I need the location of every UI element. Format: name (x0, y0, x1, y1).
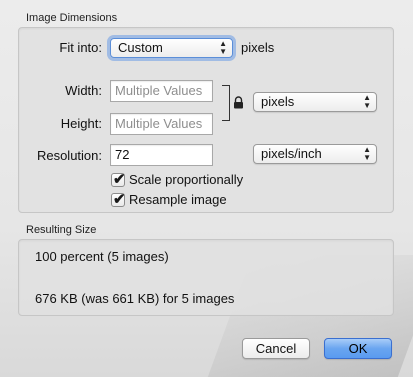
image-dimensions-title: Image Dimensions (26, 12, 118, 24)
ok-button[interactable]: OK (324, 338, 392, 359)
fit-into-popup[interactable]: Custom ▲ ▼ (110, 38, 233, 58)
resolution-units-popup[interactable]: pixels/inch ▲ ▼ (253, 144, 377, 164)
resample-image-checkbox[interactable]: ✔ (111, 190, 126, 208)
height-field[interactable]: Multiple Values (110, 113, 213, 135)
updown-chevron-icon: ▲ ▼ (363, 145, 371, 162)
resample-image-label: Resample image (129, 192, 227, 207)
updown-chevron-icon: ▲ ▼ (219, 39, 227, 56)
constraint-bracket (222, 85, 230, 121)
resolution-field[interactable]: 72 (110, 144, 213, 166)
size-units-value: pixels (261, 94, 295, 109)
lock-icon (234, 96, 243, 109)
fit-into-label: Fit into: (59, 40, 102, 55)
width-label: Width: (65, 83, 102, 98)
height-label: Height: (60, 116, 102, 131)
resulting-size-text: 676 KB (was 661 KB) for 5 images (35, 291, 235, 306)
resolution-label: Resolution: (36, 148, 102, 163)
width-field[interactable]: Multiple Values (110, 80, 213, 102)
checkmark-icon: ✔ (113, 190, 126, 208)
resulting-size-title: Resulting Size (26, 224, 97, 236)
resample-image-row[interactable]: ✔ Resample image (111, 190, 227, 208)
fit-into-unit-label: pixels (241, 40, 275, 55)
updown-chevron-icon: ▲ ▼ (363, 93, 371, 110)
fit-into-value: Custom (118, 40, 163, 55)
cancel-button[interactable]: Cancel (242, 338, 310, 359)
resolution-units-value: pixels/inch (261, 146, 322, 161)
scale-proportionally-row[interactable]: ✔ Scale proportionally (111, 170, 244, 188)
scale-proportionally-label: Scale proportionally (129, 172, 244, 187)
size-units-popup[interactable]: pixels ▲ ▼ (253, 92, 377, 112)
resulting-percent-text: 100 percent (5 images) (35, 249, 169, 264)
scale-proportionally-checkbox[interactable]: ✔ (111, 170, 126, 188)
checkmark-icon: ✔ (113, 170, 126, 188)
